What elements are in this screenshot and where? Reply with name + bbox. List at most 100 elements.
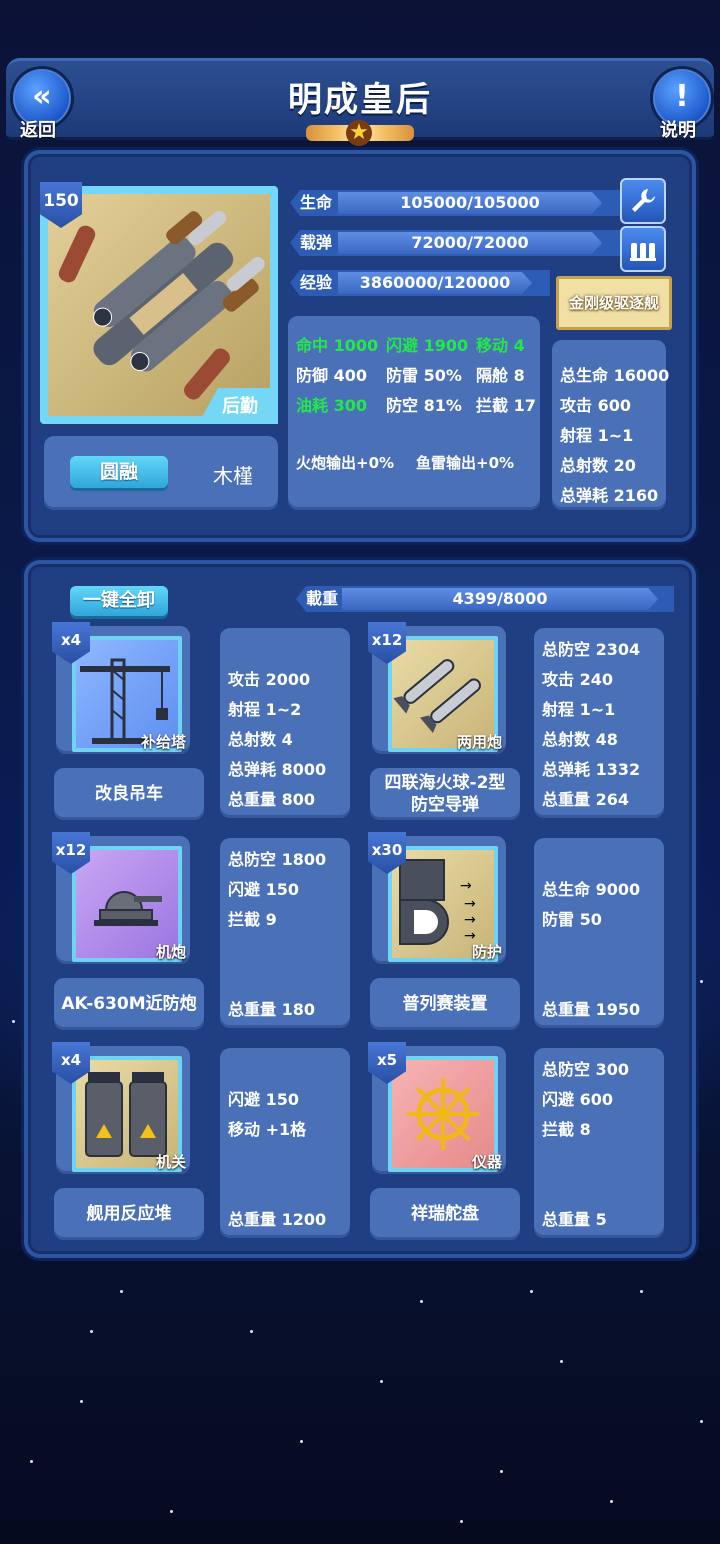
capacity-bar: 4399/8000 <box>342 588 658 610</box>
item-stat: 总射数 4 <box>228 730 293 749</box>
item-stat: 总生命 9000 <box>542 880 641 899</box>
equipment-slot[interactable]: x4 机关 <box>52 1042 190 1174</box>
item-category: 机炮 <box>155 943 186 961</box>
svg-text:→: → <box>464 912 476 928</box>
item-category: 补给塔 <box>140 733 186 751</box>
equipment-slot[interactable]: x12 两用炮 <box>368 622 506 754</box>
star-dot <box>560 1360 563 1363</box>
attr-evasion: 闪避 1900 <box>386 336 469 355</box>
equipment-slot[interactable]: x4 补给塔 <box>52 622 190 754</box>
item-stat: 闪避 150 <box>228 1090 299 1109</box>
item-stat: 总重量 800 <box>228 790 315 809</box>
attr-move: 移动 4 <box>476 336 525 355</box>
item-stat: 射程 1~1 <box>542 700 616 719</box>
item-stat: 攻击 2000 <box>228 670 311 689</box>
exclamation-icon: ! <box>675 79 689 114</box>
item-stats: 总生命 9000 防雷 50 总重量 1950 <box>534 838 664 1028</box>
star-dot <box>12 1020 15 1023</box>
equipment-slot[interactable]: x12 机炮 <box>52 832 190 964</box>
star-dot <box>380 1380 383 1383</box>
star-dot <box>300 1440 303 1443</box>
item-category: 防护 <box>471 943 502 961</box>
star-icon: ★ <box>346 120 372 146</box>
item-stat: 总重量 5 <box>542 1210 607 1229</box>
total-shots: 总射数 20 <box>560 456 636 475</box>
ship-role: 后勤 <box>222 396 258 417</box>
help-label: 说明 <box>660 120 696 141</box>
exp-bar: 3860000/120000 <box>338 272 532 294</box>
ship-portrait[interactable]: 后勤 <box>40 186 278 424</box>
wrench-icon <box>632 189 655 212</box>
bonus-gun: 火炮输出+0% <box>296 454 395 472</box>
ammo-bar: 72000/72000 <box>338 232 602 254</box>
item-category: 机关 <box>155 1153 186 1171</box>
item-stat: 总射数 48 <box>542 730 618 749</box>
wrench-button[interactable] <box>620 178 666 224</box>
item-stat: 总重量 1200 <box>228 1210 327 1229</box>
item-stats: 总防空 2304 攻击 240 射程 1~1 总射数 48 总弹耗 1332 总… <box>534 628 664 818</box>
item-stat: 总重量 1950 <box>542 1000 641 1019</box>
hp-bar: 105000/105000 <box>338 192 602 214</box>
ammo-label: 载弹 <box>300 233 333 252</box>
trait-button[interactable]: 圆融 <box>70 456 168 488</box>
item-name: 四联海火球-2型 防空导弹 <box>370 768 520 820</box>
item-name: 祥瑞舵盘 <box>370 1188 520 1240</box>
total-range: 射程 1~1 <box>560 426 634 445</box>
item-stat: 拦截 9 <box>228 910 277 929</box>
item-stat: 总防空 2304 <box>542 640 641 659</box>
item-stat: 总重量 180 <box>228 1000 315 1019</box>
exp-label: 经验 <box>300 273 333 292</box>
item-stats: 总防空 300 闪避 600 拦截 8 总重量 5 <box>534 1048 664 1238</box>
item-stat: 防雷 50 <box>542 910 602 929</box>
item-stat: 拦截 8 <box>542 1120 591 1139</box>
total-ammo-use: 总弹耗 2160 <box>560 486 659 505</box>
star-dot <box>640 1290 643 1293</box>
unequip-all-button[interactable]: 一键全卸 <box>70 586 168 616</box>
item-category: 仪器 <box>471 1153 502 1171</box>
item-stat: 总弹耗 8000 <box>228 760 327 779</box>
item-name: 舰用反应堆 <box>54 1188 204 1240</box>
item-stat: 总重量 264 <box>542 790 629 809</box>
item-stat: 移动 +1格 <box>228 1120 307 1139</box>
item-stats: 闪避 150 移动 +1格 总重量 1200 <box>220 1048 350 1238</box>
star-dot <box>500 1470 503 1473</box>
star-dot <box>30 1460 33 1463</box>
item-stat: 攻击 240 <box>542 670 613 689</box>
ammo-button[interactable] <box>620 226 666 272</box>
ammo-icon <box>630 243 656 261</box>
svg-text:→: → <box>464 896 476 912</box>
attr-fuel: 油耗 300 <box>296 396 367 415</box>
attr-bulkhead: 隔舱 8 <box>476 366 525 385</box>
item-stat: 闪避 150 <box>228 880 299 899</box>
equipment-slot[interactable]: → → → → x30 防护 <box>368 832 506 964</box>
item-stat: 射程 1~2 <box>228 700 302 719</box>
star-dot <box>700 980 703 983</box>
ship-image <box>48 194 270 416</box>
star-dot <box>420 1300 423 1303</box>
item-stats: 攻击 2000 射程 1~2 总射数 4 总弹耗 8000 总重量 800 <box>220 628 350 818</box>
capacity-label: 載重 <box>306 589 339 608</box>
equipment-slot[interactable]: x5 仪器 <box>368 1042 506 1174</box>
attr-defense: 防御 400 <box>296 366 367 385</box>
attr-hit: 命中 1000 <box>296 336 379 355</box>
total-hp: 总生命 16000 <box>560 366 670 385</box>
attr-torpedo-def: 防雷 50% <box>386 366 462 385</box>
svg-text:→: → <box>460 878 472 894</box>
star-dot <box>460 1520 463 1523</box>
item-stat: 闪避 600 <box>542 1090 613 1109</box>
item-stats: 总防空 1800 闪避 150 拦截 9 总重量 180 <box>220 838 350 1028</box>
item-name: 普列赛装置 <box>370 978 520 1030</box>
star-dot <box>530 1290 533 1293</box>
star-dot <box>80 1400 83 1403</box>
attr-intercept: 拦截 17 <box>476 396 536 415</box>
attr-antiair: 防空 81% <box>386 396 462 415</box>
hp-label: 生命 <box>300 193 333 212</box>
item-stat: 总弹耗 1332 <box>542 760 641 779</box>
star-dot <box>90 1330 93 1333</box>
star-dot <box>610 1500 613 1503</box>
star-dot <box>250 1330 253 1333</box>
total-attack: 攻击 600 <box>560 396 631 415</box>
ship-class-badge: 金刚级驱逐舰 <box>556 276 672 330</box>
item-name: 改良吊车 <box>54 768 204 820</box>
item-name: AK-630M近防炮 <box>54 978 204 1030</box>
